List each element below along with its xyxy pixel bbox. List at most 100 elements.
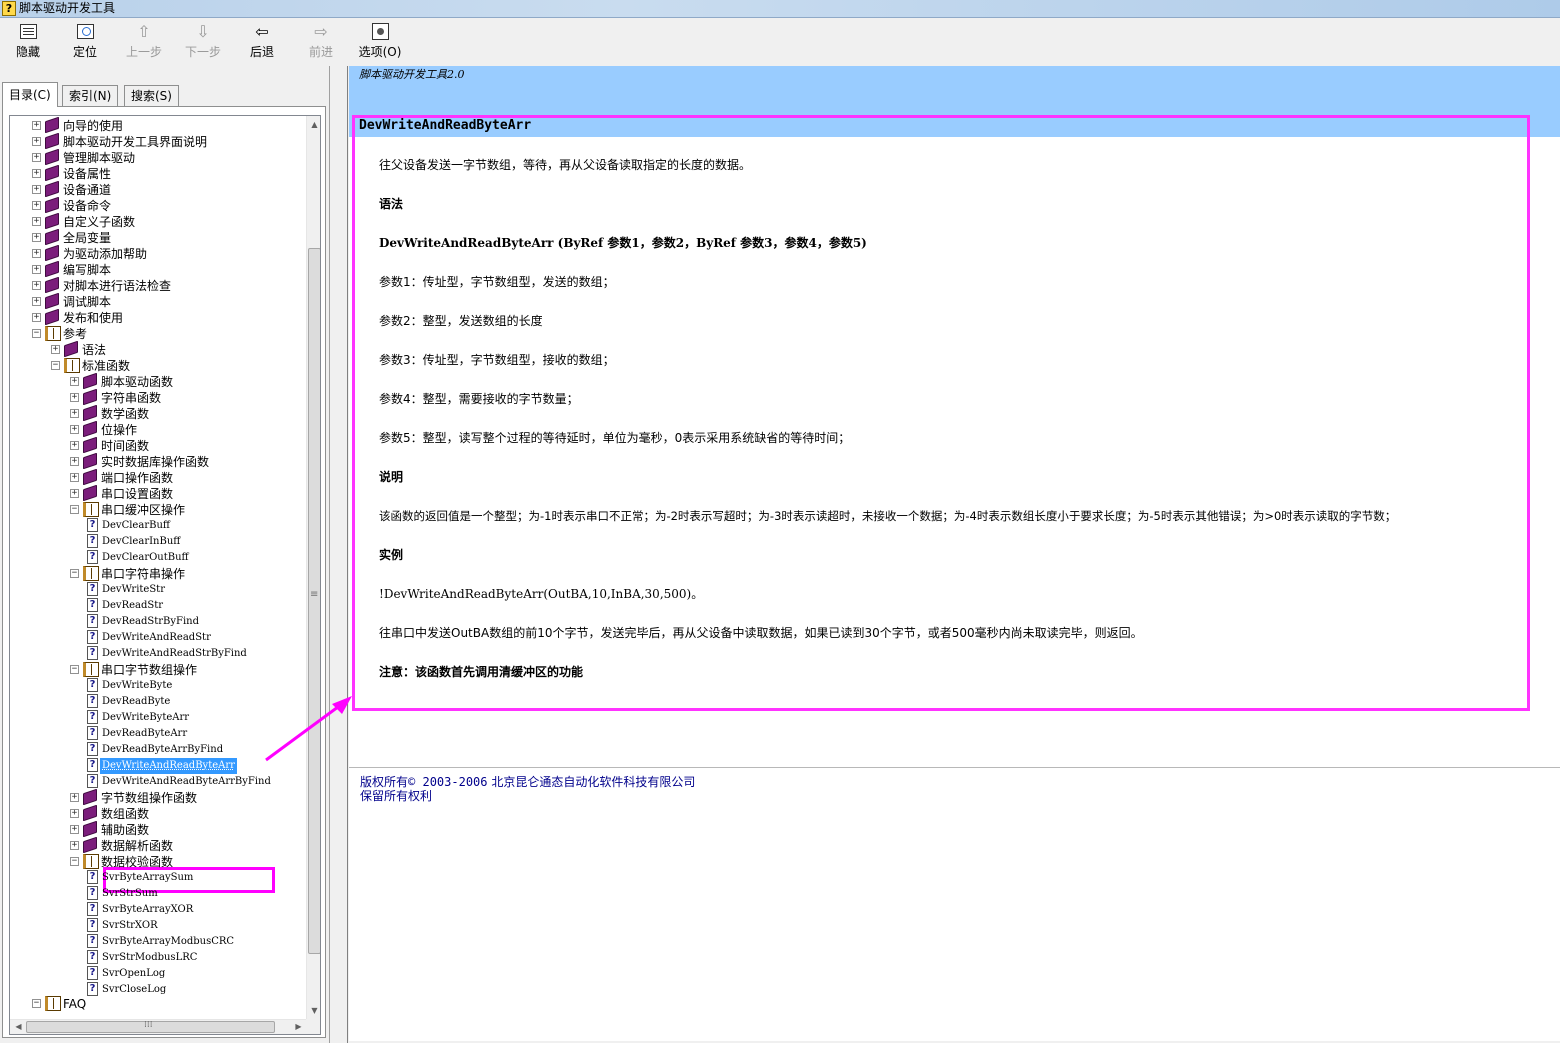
tree-item-label: DevClearBuff: [102, 520, 170, 531]
remarks-text: 该函数的返回值是一个整型；为-1时表示串口不正常；为-2时表示写超时；为-3时表…: [379, 509, 1397, 523]
tree-item-label: 端口操作函数: [101, 471, 174, 485]
closed-book-icon: [45, 148, 59, 166]
tree-item-label: 实时数据库操作函数: [101, 455, 210, 469]
expand-icon[interactable]: +: [70, 409, 79, 418]
help-page-icon: ?: [87, 742, 98, 756]
open-book-icon: [83, 662, 99, 677]
tree-hscroll-thumb[interactable]: [26, 1020, 275, 1033]
expand-icon[interactable]: +: [32, 265, 41, 274]
help-page-icon: ?: [87, 870, 98, 884]
expand-icon[interactable]: +: [32, 137, 41, 146]
product-brand: 脚本驱动开发工具2.0: [359, 68, 465, 81]
expand-icon[interactable]: +: [32, 249, 41, 258]
help-page-icon: ?: [87, 902, 98, 916]
expand-icon[interactable]: +: [32, 281, 41, 290]
expand-icon[interactable]: +: [32, 185, 41, 194]
expand-icon[interactable]: +: [32, 169, 41, 178]
tree-vertical-scrollbar[interactable]: ▲ ▼: [306, 116, 320, 1019]
tree-item-label: 字符串函数: [101, 391, 162, 405]
tree-item-label: 数学函数: [101, 407, 150, 421]
options-button[interactable]: 选项(O): [352, 22, 408, 64]
collapse-icon[interactable]: −: [32, 329, 41, 338]
options-button-label: 选项(O): [358, 45, 402, 59]
forward-button[interactable]: ⇨ 前进: [293, 22, 349, 64]
expand-icon[interactable]: +: [70, 809, 79, 818]
next-step-button[interactable]: ⇩ 下一步: [175, 22, 231, 64]
tree-item-label: 脚本驱动函数: [101, 375, 174, 389]
collapse-icon[interactable]: −: [70, 857, 79, 866]
expand-icon[interactable]: +: [32, 313, 41, 322]
help-page-icon: ?: [87, 630, 98, 644]
expand-icon[interactable]: +: [32, 217, 41, 226]
closed-book-icon: [83, 484, 97, 502]
tab-search[interactable]: 搜索(S): [124, 85, 179, 107]
help-page-icon: ?: [87, 646, 98, 660]
expand-icon[interactable]: +: [70, 793, 79, 802]
tree-item-label: DevReadByte: [102, 696, 171, 707]
expand-icon[interactable]: +: [70, 841, 79, 850]
scroll-down-icon[interactable]: ▼: [309, 1005, 320, 1016]
expand-icon[interactable]: +: [70, 825, 79, 834]
scroll-left-icon[interactable]: ◀: [13, 1021, 24, 1032]
closed-book-icon: [64, 340, 78, 358]
scroll-up-icon[interactable]: ▲: [309, 119, 320, 130]
tree-item-label: DevWriteAndReadStr: [102, 632, 211, 643]
tree-item-label: SvrStrSum: [102, 888, 158, 899]
tree-item-label: 数据解析函数: [101, 839, 174, 853]
closed-book-icon: [45, 132, 59, 150]
expand-icon[interactable]: +: [32, 297, 41, 306]
pane-splitter[interactable]: [331, 66, 348, 1043]
tree-item-label: 自定义子函数: [63, 215, 136, 229]
help-page-icon: ?: [87, 678, 98, 692]
hide-button[interactable]: 隐藏: [0, 22, 56, 64]
help-page-icon: ?: [87, 950, 98, 964]
help-page-icon: ?: [87, 694, 98, 708]
collapse-icon[interactable]: −: [51, 361, 60, 370]
expand-icon[interactable]: +: [32, 121, 41, 130]
back-button[interactable]: ⇦ 后退: [234, 22, 290, 64]
prev-step-label: 上一步: [125, 45, 162, 59]
collapse-icon[interactable]: −: [70, 505, 79, 514]
tab-contents[interactable]: 目录(C): [2, 82, 58, 107]
window-title: 脚本驱动开发工具: [19, 1, 116, 15]
expand-icon[interactable]: +: [51, 345, 60, 354]
expand-icon[interactable]: +: [70, 489, 79, 498]
tree-vscroll-thumb[interactable]: [308, 248, 320, 954]
prev-step-button[interactable]: ⇧ 上一步: [116, 22, 172, 64]
expand-icon[interactable]: +: [32, 201, 41, 210]
closed-book-icon: [83, 468, 97, 486]
tree-item-label: DevReadByteArrByFind: [102, 744, 224, 755]
help-page-icon: ?: [87, 774, 98, 788]
tree-item-label: SvrByteArraySum: [102, 872, 194, 883]
open-book-icon: [45, 996, 61, 1011]
arrow-right-icon: ⇨: [314, 22, 328, 41]
tree-item-label: 管理脚本驱动: [63, 151, 136, 165]
expand-icon[interactable]: +: [70, 425, 79, 434]
expand-icon[interactable]: +: [32, 233, 41, 242]
help-page-icon: ?: [87, 710, 98, 724]
open-book-icon: [83, 502, 99, 517]
expand-icon[interactable]: +: [70, 393, 79, 402]
tree-item-label: 标准函数: [82, 359, 131, 373]
collapse-icon[interactable]: −: [32, 999, 41, 1008]
locate-button[interactable]: 定位: [57, 22, 113, 64]
expand-icon[interactable]: +: [70, 457, 79, 466]
collapse-icon[interactable]: −: [70, 569, 79, 578]
tab-index[interactable]: 索引(N): [62, 85, 119, 107]
tree-item-label: 设备命令: [63, 199, 112, 213]
copyright-prefix: 版权所有: [360, 775, 409, 789]
nav-tabs: 目录(C) 索引(N) 搜索(S): [2, 82, 322, 107]
tree-item-label: SvrOpenLog: [102, 968, 166, 979]
expand-icon[interactable]: +: [32, 153, 41, 162]
example-code: !DevWriteAndReadByteArr(OutBA,10,InBA,30…: [379, 587, 704, 601]
scroll-right-icon[interactable]: ▶: [293, 1021, 304, 1032]
expand-icon[interactable]: +: [70, 377, 79, 386]
closed-book-icon: [83, 420, 97, 438]
expand-icon[interactable]: +: [70, 473, 79, 482]
expand-icon[interactable]: +: [70, 441, 79, 450]
title-bar: ? 脚本驱动开发工具: [0, 0, 1560, 18]
back-button-label: 后退: [249, 45, 274, 59]
tree-horizontal-scrollbar[interactable]: ◀ ▶: [10, 1019, 306, 1034]
example-description: 往串口中发送OutBA数组的前10个字节，发送完毕后，再从父设备中读取数据，如果…: [379, 626, 1143, 640]
collapse-icon[interactable]: −: [70, 665, 79, 674]
